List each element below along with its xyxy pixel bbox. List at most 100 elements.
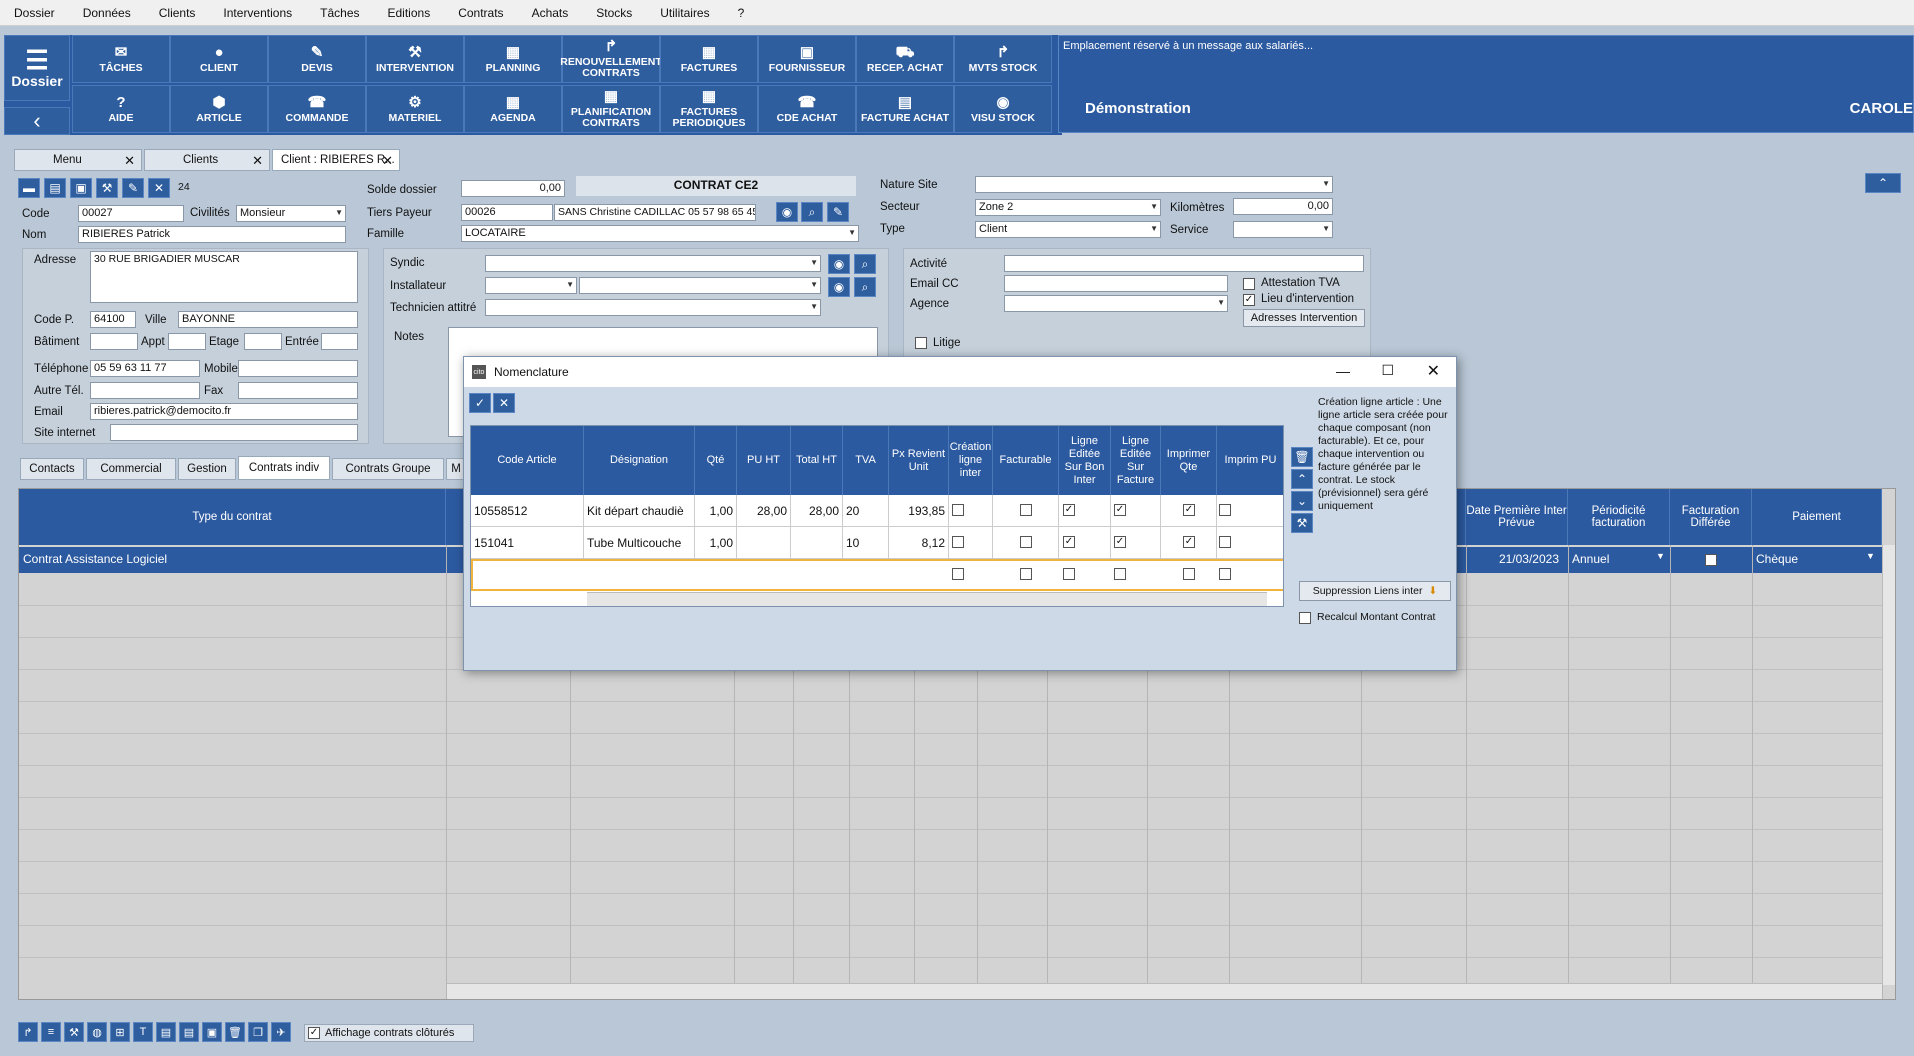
intervention-button[interactable]: ⚒ INTERVENTION [366,35,464,83]
tab-contrats-indiv[interactable]: Contrats indiv [238,456,330,480]
code-field[interactable]: 00027 [78,205,184,222]
tab-contacts[interactable]: Contacts [20,458,84,480]
header-type-contrat[interactable]: Type du contrat [19,489,446,545]
header-ligne-facture[interactable]: Ligne Editée Sur Facture [1111,426,1161,495]
autre-tel-field[interactable] [90,382,200,399]
cell-px-revient[interactable]: 193,85 [889,495,949,527]
ligne-facture-checkbox[interactable]: ✓ [1114,536,1126,548]
tiers-code-field[interactable]: 00026 [461,204,553,221]
cell-pu-ht[interactable] [737,527,791,559]
tab-menu[interactable]: Menu ✕ [14,149,142,171]
aide-button[interactable]: ? AIDE [72,85,170,133]
move-down-button[interactable]: ⌄ [1291,491,1313,511]
ville-field[interactable]: BAYONNE [178,311,358,328]
header-imprimer-qte[interactable]: Imprimer Qte [1161,426,1217,495]
header-facturation-differee[interactable]: Facturation Différée [1670,489,1752,545]
tools-button[interactable]: ⚒ [64,1022,84,1042]
minimize-icon[interactable]: — [1336,363,1350,379]
cell-tva[interactable]: 20 [843,495,889,527]
menu-utilitaires[interactable]: Utilitaires [646,6,723,20]
secteur-select[interactable]: Zone 2 [975,199,1161,216]
devis-button[interactable]: ✎ DEVIS [268,35,366,83]
ligne-facture-checkbox[interactable]: ✓ [1114,504,1126,516]
planification-button[interactable]: ▦ PLANIFICATION CONTRATS [562,85,660,133]
cde-achat-button[interactable]: ☎ CDE ACHAT [758,85,856,133]
show-closed-checkbox[interactable]: ✓ [308,1027,320,1039]
installateur-view-button[interactable]: ◉ [828,277,850,297]
menu-help[interactable]: ? [724,6,759,20]
tab-clients[interactable]: Clients ✕ [144,149,270,171]
facturable-checkbox[interactable] [1020,536,1032,548]
menu-donnees[interactable]: Données [69,6,145,20]
collapse-button[interactable]: ⌃ [1865,173,1901,193]
installateur-select[interactable] [579,277,821,294]
taches-button[interactable]: ✉ TÂCHES [72,35,170,83]
header-px-revient[interactable]: Px Revient Unit [889,426,949,495]
imprimer-qte-checkbox[interactable] [1183,568,1195,580]
header-creation-ligne[interactable]: Création ligne inter [949,426,993,495]
syndic-search-button[interactable]: ⌕ [854,254,876,274]
service-select[interactable] [1233,221,1333,238]
planning-button[interactable]: ▦ PLANNING [464,35,562,83]
menu-taches[interactable]: Tâches [306,6,373,20]
tab-client-detail[interactable]: Client : RIBIERES R... ✕ [272,149,400,171]
header-total-ht[interactable]: Total HT [791,426,843,495]
close-icon[interactable]: ✕ [124,153,135,169]
litige-checkbox[interactable] [915,337,927,349]
tiers-name-field[interactable]: SANS Christine CADILLAC 05 57 98 65 45 [554,204,756,221]
list-button[interactable]: ≡ [41,1022,61,1042]
close-icon[interactable]: ✕ [252,153,263,169]
km-field[interactable]: 0,00 [1233,198,1333,215]
print-button[interactable]: ▤ [44,178,66,198]
imprimer-pu-checkbox[interactable] [1219,504,1231,516]
print-list-button[interactable]: ▤ [179,1022,199,1042]
text-button[interactable]: T [133,1022,153,1042]
search-button[interactable]: ⌕ [801,202,823,222]
renouvellement-button[interactable]: ↱ RENOUVELLEMENT CONTRATS [560,35,662,83]
suppression-liens-button[interactable]: Suppression Liens inter ⬇ [1299,581,1451,601]
nature-site-select[interactable] [975,176,1333,193]
agence-select[interactable] [1004,295,1228,312]
site-field[interactable] [110,424,358,441]
export-button[interactable]: ▣ [202,1022,222,1042]
open-button[interactable]: ▬ [18,178,40,198]
cancel-button[interactable]: ✕ [148,178,170,198]
ligne-bon-checkbox[interactable]: ✓ [1063,504,1075,516]
send-button[interactable]: ✈ [271,1022,291,1042]
type-select[interactable]: Client [975,221,1161,238]
header-qte[interactable]: Qté [695,426,737,495]
chevron-down-icon[interactable]: ▼ [1866,551,1875,561]
new-row[interactable] [471,559,1283,591]
header-periodicite[interactable]: Périodicité facturation [1568,489,1670,545]
menu-clients[interactable]: Clients [145,6,210,20]
mobile-field[interactable] [238,360,358,377]
print-button[interactable]: ▤ [156,1022,176,1042]
ligne-facture-checkbox[interactable] [1114,568,1126,580]
agenda-button[interactable]: ▦ AGENDA [464,85,562,133]
edit-tiers-button[interactable]: ✎ [827,202,849,222]
copy-button[interactable]: ❐ [248,1022,268,1042]
save-button[interactable]: ▣ [70,178,92,198]
famille-select[interactable]: LOCATAIRE [461,225,859,242]
imprimer-qte-checkbox[interactable]: ✓ [1183,536,1195,548]
close-icon[interactable]: ✕ [1427,361,1440,381]
cell-tva[interactable]: 10 [843,527,889,559]
menu-stocks[interactable]: Stocks [582,6,646,20]
header-ligne-bon[interactable]: Ligne Editée Sur Bon Inter [1059,426,1111,495]
imprimer-qte-checkbox[interactable]: ✓ [1183,504,1195,516]
header-imprimer-pu[interactable]: Imprim PU [1217,426,1283,495]
recalcul-checkbox[interactable] [1299,612,1311,624]
cell-qte[interactable]: 1,00 [695,527,737,559]
creation-ligne-checkbox[interactable] [952,504,964,516]
horizontal-scrollbar[interactable] [587,592,1267,606]
share-button[interactable]: ↱ [18,1022,38,1042]
group-button[interactable]: ◍ [87,1022,107,1042]
factures-button[interactable]: ▦ FACTURES [660,35,758,83]
header-pu-ht[interactable]: PU HT [737,426,791,495]
materiel-button[interactable]: ⚙ MATERIEL [366,85,464,133]
factures-periodiques-button[interactable]: ▦ FACTURES PERIODIQUES [660,85,758,133]
close-icon[interactable]: ✕ [382,153,393,169]
creation-ligne-checkbox[interactable] [952,568,964,580]
dossier-button[interactable]: ☰ Dossier [4,35,70,101]
facturable-checkbox[interactable] [1020,504,1032,516]
